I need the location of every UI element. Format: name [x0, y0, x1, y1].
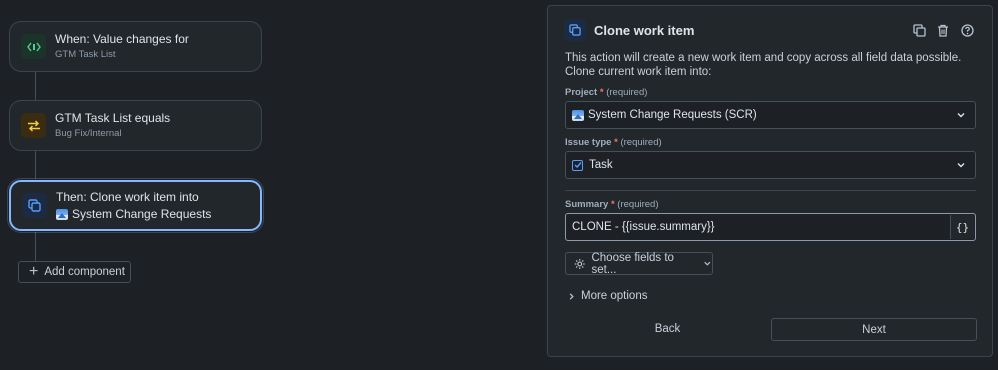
- chevron-right-icon: [569, 292, 574, 300]
- more-options-label: More options: [581, 290, 648, 302]
- rule-flow: When: Value changes for GTM Task List GT…: [0, 0, 545, 370]
- add-component-label: Add component: [44, 266, 125, 278]
- config-panel: Clone work item This action will create …: [547, 5, 993, 357]
- action-subtitle: System Change Requests: [72, 206, 212, 221]
- trigger-title: When: Value changes for: [55, 32, 189, 46]
- task-icon: [572, 159, 583, 171]
- trigger-node[interactable]: When: Value changes for GTM Task List: [9, 21, 262, 72]
- chevron-down-icon: [704, 261, 711, 266]
- panel-title: Clone work item: [594, 22, 695, 38]
- project-value: System Change Requests (SCR): [588, 109, 757, 121]
- required-text: (required): [617, 199, 659, 210]
- back-button[interactable]: Back: [565, 318, 770, 340]
- action-node[interactable]: Then: Clone work item into System Change…: [9, 180, 262, 231]
- required-mark: *: [599, 87, 604, 98]
- more-options-toggle[interactable]: More options: [567, 290, 647, 302]
- panel-description: This action will create a new work item …: [565, 52, 962, 78]
- next-button[interactable]: Next: [771, 318, 977, 341]
- clone-icon: [22, 193, 47, 218]
- issue-type-label: Issue type * (required): [565, 137, 662, 148]
- required-mark: *: [614, 137, 618, 148]
- duplicate-icon[interactable]: [910, 21, 928, 39]
- trash-icon[interactable]: [934, 21, 952, 39]
- gear-icon: [574, 258, 585, 269]
- choose-fields-button[interactable]: Choose fields to set...: [565, 251, 713, 276]
- project-select[interactable]: System Change Requests (SCR): [565, 101, 976, 129]
- condition-title: GTM Task List equals: [55, 111, 171, 125]
- action-title: Then: Clone work item into: [56, 189, 199, 204]
- flow-connector: [35, 232, 36, 261]
- trigger-subtitle: GTM Task List: [55, 49, 116, 60]
- value-change-icon: [21, 34, 46, 59]
- issue-type-value: Task: [589, 159, 613, 171]
- chevron-down-icon: [957, 163, 965, 168]
- clone-icon: [564, 19, 586, 41]
- summary-input[interactable]: CLONE - {{issue.summary}} {}: [565, 213, 976, 241]
- issue-type-select[interactable]: Task: [565, 151, 976, 179]
- summary-value: CLONE - {{issue.summary}}: [572, 221, 715, 233]
- chevron-down-icon: [957, 113, 965, 118]
- condition-node[interactable]: GTM Task List equals Bug Fix/Internal: [9, 100, 262, 151]
- plus-icon: +: [29, 263, 39, 280]
- flow-connector: [35, 71, 36, 100]
- required-text: (required): [606, 87, 648, 98]
- required-text: (required): [620, 137, 662, 148]
- panel-header: Clone work item: [564, 18, 976, 42]
- add-component-button[interactable]: + Add component: [18, 261, 131, 283]
- help-icon[interactable]: [958, 21, 976, 39]
- project-avatar-icon: [56, 208, 68, 220]
- choose-fields-label: Choose fields to set...: [591, 251, 674, 276]
- required-mark: *: [610, 199, 615, 210]
- project-avatar-icon: [572, 109, 584, 121]
- branch-swap-icon: [21, 113, 46, 138]
- smart-value-button[interactable]: {}: [950, 215, 974, 239]
- summary-label: Summary * (required): [565, 199, 659, 210]
- project-label: Project * (required): [565, 87, 648, 98]
- condition-subtitle: Bug Fix/Internal: [55, 128, 122, 139]
- flow-connector: [35, 151, 36, 180]
- divider: [565, 190, 976, 191]
